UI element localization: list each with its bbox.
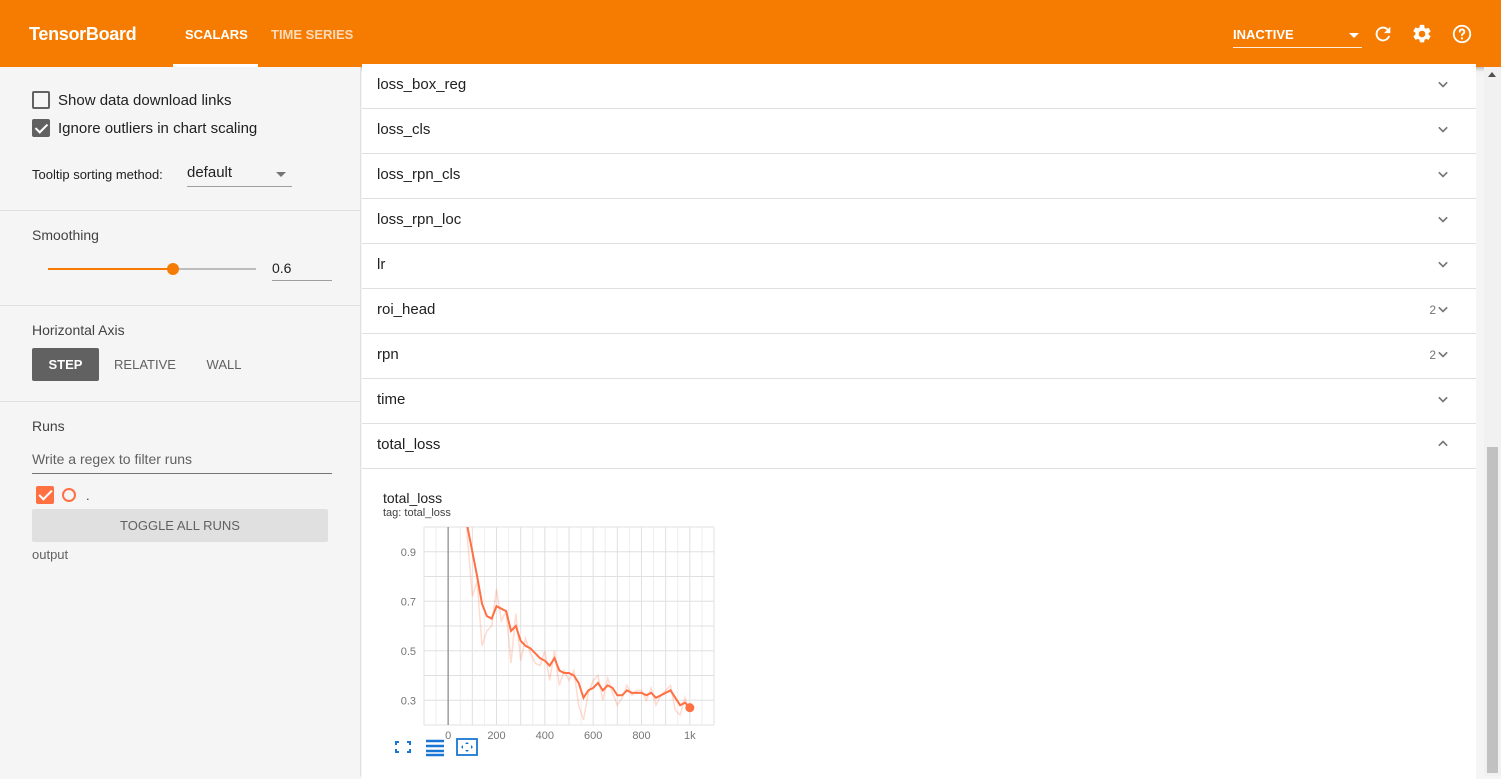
category-name: roi_head xyxy=(377,301,436,318)
scalars-main-panel: loss_box_reg loss_cls loss_rpn_cls loss_rpn… xyxy=(362,64,1476,779)
category-row-loss-box-reg[interactable]: loss_box_reg xyxy=(362,64,1476,109)
smoothing-slider-fill xyxy=(48,268,173,270)
tooltip-sorting-value: default xyxy=(187,164,233,181)
category-row-loss-rpn-cls[interactable]: loss_rpn_cls xyxy=(362,154,1476,199)
toggle-all-runs-button[interactable]: TOGGLE ALL RUNS xyxy=(32,509,328,542)
data-table-icon[interactable] xyxy=(423,737,447,757)
chart-toolbar xyxy=(391,737,479,757)
x-tick-label: 600 xyxy=(584,730,602,741)
sidebar-divider xyxy=(0,305,360,306)
tab-scalars[interactable]: SCALARS xyxy=(185,27,248,42)
chevron-down-icon[interactable] xyxy=(1433,209,1453,229)
run-checkbox[interactable] xyxy=(36,486,54,504)
category-name: loss_rpn_cls xyxy=(377,166,461,183)
y-tick-label: 0.3 xyxy=(401,695,416,707)
help-icon[interactable] xyxy=(1451,23,1473,45)
runs-title: Runs xyxy=(32,418,65,434)
category-row-rpn[interactable]: rpn 2 xyxy=(362,334,1476,379)
scroll-up-arrow-icon[interactable] xyxy=(1488,72,1496,77)
tooltip-sorting-select[interactable]: default xyxy=(187,161,292,187)
category-name: loss_cls xyxy=(377,121,431,138)
category-name: rpn xyxy=(377,346,399,363)
tab-time-series[interactable]: TIME SERIES xyxy=(271,27,353,42)
chevron-down-icon[interactable] xyxy=(1433,299,1453,319)
smoothing-slider[interactable] xyxy=(48,263,256,275)
category-name: loss_box_reg xyxy=(377,76,467,93)
settings-gear-icon[interactable] xyxy=(1411,23,1433,45)
category-name: time xyxy=(377,391,406,408)
y-tick-label: 0.9 xyxy=(401,547,416,559)
category-name: lr xyxy=(377,256,386,273)
run-item: . xyxy=(36,486,90,504)
category-name: total_loss xyxy=(377,436,441,453)
chevron-down-icon[interactable] xyxy=(1433,254,1453,274)
chart-tag: tag: total_loss xyxy=(383,507,451,519)
reload-status-value: INACTIVE xyxy=(1233,27,1294,42)
ignore-outliers-label: Ignore outliers in chart scaling xyxy=(58,119,258,137)
total-loss-chart-card: total_loss tag: total_loss 0.3 0.5 0.7 0.9 0… xyxy=(362,469,1476,779)
sidebar-divider xyxy=(0,401,360,402)
total-loss-line-chart[interactable]: 0.30.50.70.90 200 400 600 800 1k xyxy=(382,521,722,741)
fullscreen-icon[interactable] xyxy=(391,737,415,757)
smoothing-title: Smoothing xyxy=(32,227,99,243)
checkbox-box-checked[interactable] xyxy=(32,119,50,137)
category-row-roi-head[interactable]: roi_head 2 xyxy=(362,289,1476,334)
category-row-loss-rpn-loc[interactable]: loss_rpn_loc xyxy=(362,199,1476,244)
x-tick-label: 1k xyxy=(684,730,696,741)
last-point-marker xyxy=(685,703,695,713)
ignore-outliers-checkbox[interactable]: Ignore outliers in chart scaling xyxy=(32,119,257,137)
show-download-links-checkbox[interactable]: Show data download links xyxy=(32,91,231,109)
axis-wall-button[interactable]: WALL xyxy=(195,348,253,381)
runs-filter-input[interactable]: Write a regex to filter runs xyxy=(32,448,332,474)
main-scrollbar[interactable] xyxy=(1484,67,1501,776)
tooltip-sorting-label: Tooltip sorting method: xyxy=(32,167,163,182)
horizontal-axis-title: Horizontal Axis xyxy=(32,322,125,338)
y-tick-label: 0.5 xyxy=(401,646,416,658)
run-name: . xyxy=(86,487,90,503)
y-tick-label: 0.7 xyxy=(401,596,416,608)
app-brand: TensorBoard xyxy=(29,24,137,44)
run-color-swatch[interactable] xyxy=(62,488,76,502)
category-row-time[interactable]: time xyxy=(362,379,1476,424)
chart-title: total_loss xyxy=(383,490,443,506)
axis-relative-button[interactable]: RELATIVE xyxy=(108,348,182,381)
show-download-links-label: Show data download links xyxy=(58,91,232,109)
dropdown-caret-icon xyxy=(1349,33,1359,38)
x-tick-label: 800 xyxy=(632,730,650,741)
chevron-down-icon[interactable] xyxy=(1433,74,1453,94)
category-row-total-loss[interactable]: total_loss xyxy=(362,424,1476,469)
refresh-icon[interactable] xyxy=(1372,23,1394,45)
x-tick-label: 200 xyxy=(487,730,505,741)
chevron-down-icon[interactable] xyxy=(1433,389,1453,409)
sidebar-divider xyxy=(0,210,360,211)
category-row-lr[interactable]: lr xyxy=(362,244,1476,289)
chevron-up-icon[interactable] xyxy=(1433,434,1453,454)
fit-domain-icon[interactable] xyxy=(455,737,479,757)
smoothing-slider-knob[interactable] xyxy=(166,263,179,275)
scrollbar-thumb[interactable] xyxy=(1487,447,1498,773)
chevron-down-icon[interactable] xyxy=(1433,164,1453,184)
reload-status-select[interactable]: INACTIVE xyxy=(1233,24,1362,48)
axis-step-button[interactable]: STEP xyxy=(32,348,99,381)
category-row-loss-cls[interactable]: loss_cls xyxy=(362,109,1476,154)
chevron-down-icon[interactable] xyxy=(1433,344,1453,364)
dropdown-caret-icon xyxy=(276,172,286,177)
output-label: output xyxy=(32,547,69,562)
x-tick-label: 400 xyxy=(536,730,554,741)
chevron-down-icon[interactable] xyxy=(1433,119,1453,139)
checkbox-box[interactable] xyxy=(32,91,50,109)
category-name: loss_rpn_loc xyxy=(377,211,462,228)
top-app-bar: TensorBoard SCALARS TIME SERIES INACTIVE xyxy=(0,0,1501,67)
settings-sidebar: Show data download links Ignore outliers… xyxy=(0,67,361,776)
smoothing-value-input[interactable]: 0.6 xyxy=(272,257,332,281)
